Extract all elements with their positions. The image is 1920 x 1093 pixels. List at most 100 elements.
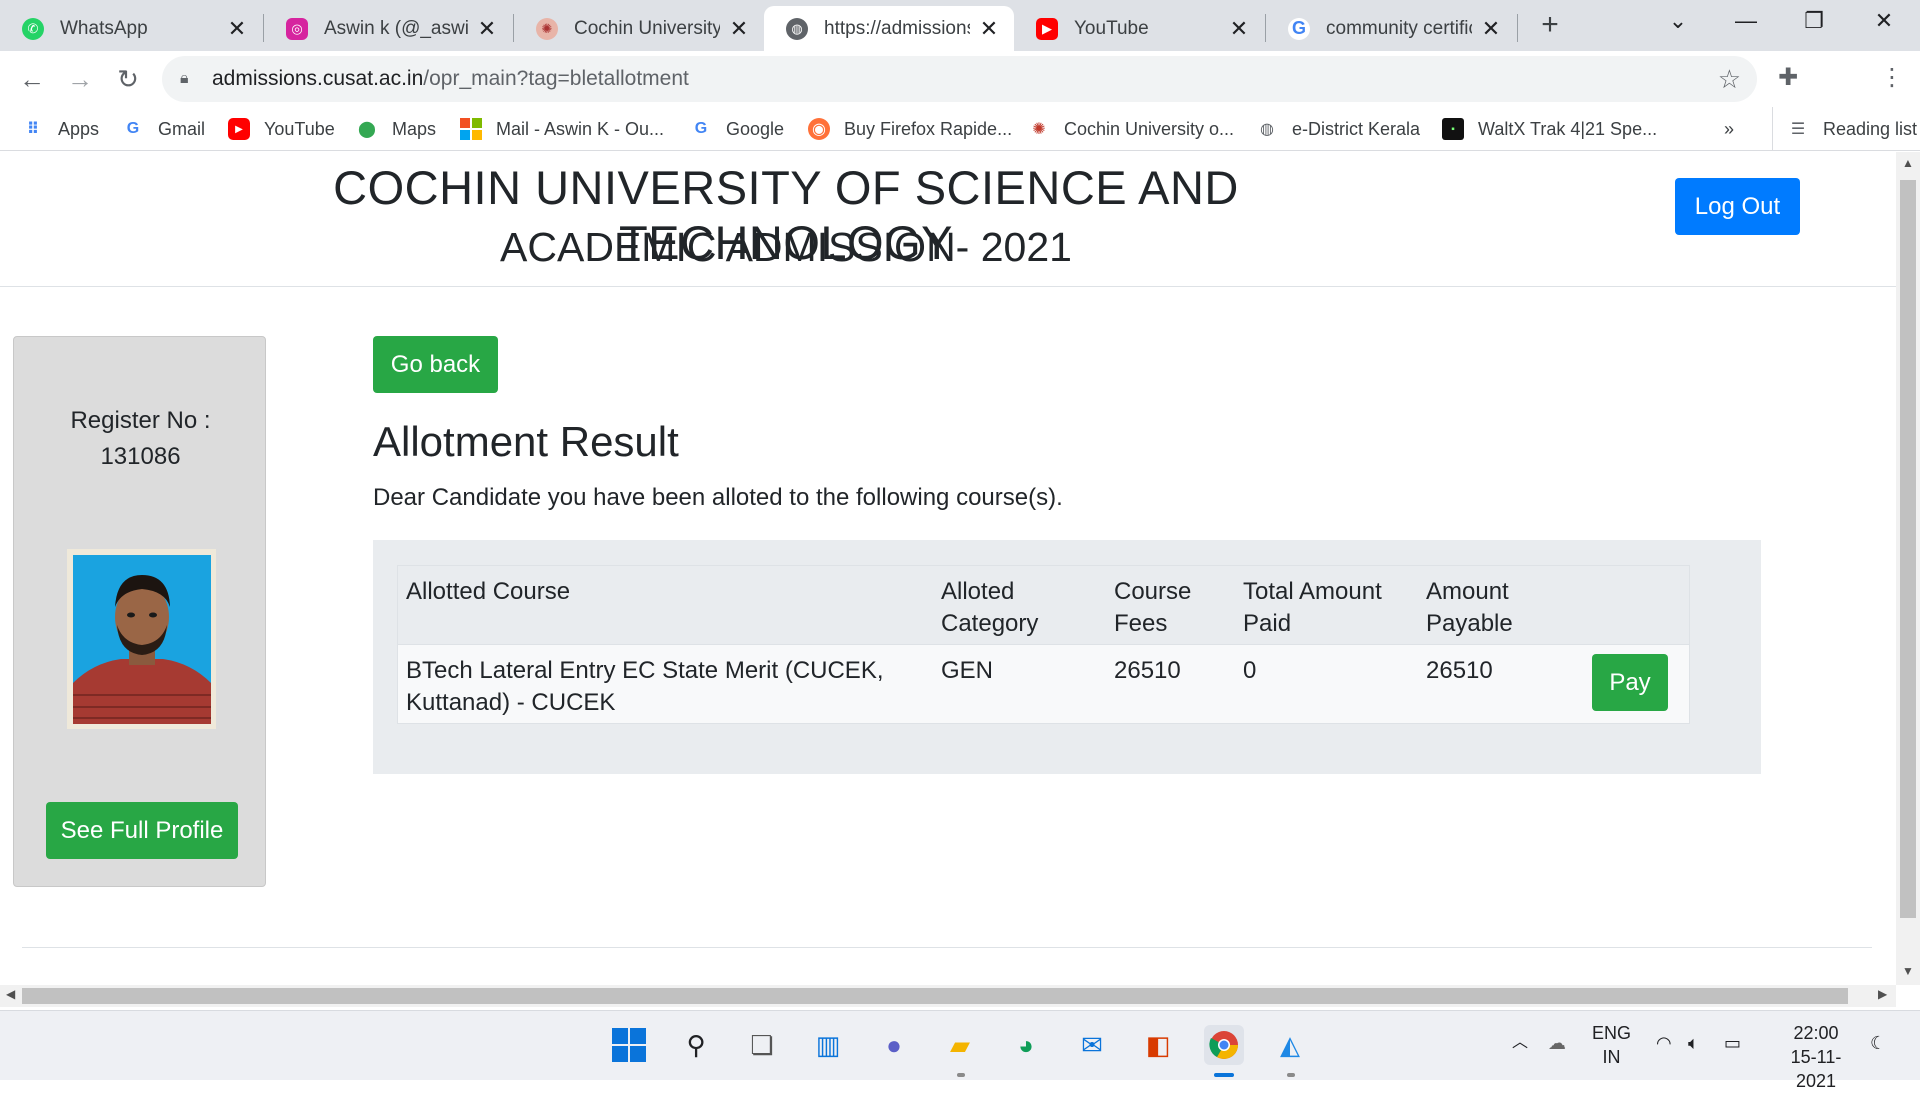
- tab-title: Aswin k (@_aswin_k: [324, 17, 468, 39]
- search-icon[interactable]: ⚲: [676, 1025, 716, 1065]
- browser-tabstrip: ✆ WhatsApp ✕ ◎ Aswin k (@_aswin_k ✕ ✺ Co…: [0, 0, 1920, 51]
- register-no-label: Register No :: [70, 407, 211, 434]
- file-explorer-icon[interactable]: ▰: [940, 1025, 980, 1065]
- chrome-menu-icon[interactable]: ⋮: [1880, 63, 1904, 92]
- horizontal-scroll-thumb[interactable]: [22, 988, 1848, 1004]
- tab-youtube[interactable]: ▶ YouTube ✕: [1014, 6, 1264, 51]
- clock-time: 22:00: [1793, 1023, 1839, 1043]
- chrome-icon[interactable]: [1204, 1025, 1244, 1065]
- bookmark-label: e-District Kerala: [1292, 118, 1421, 139]
- see-full-profile-button[interactable]: See Full Profile: [46, 802, 238, 859]
- bookmark-mail[interactable]: Mail - Aswin K - Ou...: [460, 107, 664, 151]
- restore-button[interactable]: ❐: [1780, 0, 1848, 42]
- bookmark-google[interactable]: G Google: [690, 107, 784, 151]
- youtube-icon: ▶: [1036, 17, 1058, 40]
- globe-icon: ◍: [786, 17, 808, 40]
- photos-icon[interactable]: ◭: [1270, 1025, 1310, 1065]
- tab-close-icon[interactable]: ✕: [1480, 16, 1502, 42]
- forward-arrow-icon[interactable]: →: [62, 61, 98, 97]
- tab-title: WhatsApp: [60, 17, 148, 39]
- cell-allotted-course: BTech Lateral Entry EC State Merit (CUCE…: [406, 657, 884, 716]
- mail-icon[interactable]: ✉: [1072, 1025, 1112, 1065]
- globe-icon: ◍: [1260, 121, 1274, 138]
- widgets-icon[interactable]: ▥: [808, 1025, 848, 1065]
- minimize-button[interactable]: —: [1712, 0, 1780, 42]
- maps-pin-icon: ⬤: [358, 121, 376, 138]
- bookmark-youtube[interactable]: ▶ YouTube: [228, 107, 335, 151]
- header-alloted-category: Alloted Category: [941, 578, 1039, 637]
- bookmark-edistrict[interactable]: ◍ e-District Kerala: [1256, 107, 1420, 151]
- whatsapp-icon: ✆: [22, 17, 44, 40]
- footer-divider: [22, 947, 1872, 948]
- vertical-scrollbar[interactable]: ▲ ▼: [1896, 152, 1920, 985]
- page-content: COCHIN UNIVERSITY OF SCIENCE AND TECHNOL…: [0, 152, 1896, 985]
- tab-title: community certifica: [1326, 17, 1472, 39]
- tab-close-icon[interactable]: ✕: [978, 16, 1000, 42]
- url-host: admissions.cusat.ac.in: [212, 67, 424, 90]
- battery-icon[interactable]: ▭: [1724, 1031, 1741, 1055]
- wifi-icon[interactable]: ◠: [1656, 1031, 1672, 1055]
- show-hidden-icons-chevron-icon[interactable]: ︿: [1512, 1031, 1528, 1055]
- page-title: Allotment Result: [373, 418, 679, 465]
- bookmark-label: WaltX Trak 4|21 Spe...: [1478, 118, 1658, 139]
- teams-chat-icon[interactable]: ●: [874, 1025, 914, 1065]
- reading-list-button[interactable]: ☰ Reading list: [1772, 107, 1917, 151]
- result-description: Dear Candidate you have been alloted to …: [373, 484, 1063, 511]
- horizontal-scrollbar[interactable]: ◀ ▶: [0, 985, 1896, 1007]
- office-icon[interactable]: ◧: [1138, 1025, 1178, 1065]
- reading-list-icon: ☰: [1790, 121, 1806, 138]
- clock[interactable]: 22:00 15-11-2021: [1772, 1021, 1860, 1093]
- table-header-row: Allotted Course Alloted Category Course …: [398, 566, 1689, 645]
- tab-search-chevron-icon[interactable]: ⌄: [1644, 0, 1712, 42]
- scroll-down-arrow-icon[interactable]: ▼: [1896, 964, 1920, 978]
- onedrive-error-icon[interactable]: ☁: [1548, 1031, 1566, 1055]
- vertical-scroll-thumb[interactable]: [1900, 180, 1916, 918]
- register-no-value: 131086: [100, 443, 181, 470]
- logout-button[interactable]: Log Out: [1675, 178, 1800, 235]
- microsoft-icon: [460, 118, 482, 140]
- scroll-up-arrow-icon[interactable]: ▲: [1896, 156, 1920, 170]
- bookmark-apps[interactable]: ⠿ Apps: [22, 107, 99, 151]
- tab-admissions[interactable]: ◍ https://admissions.c ✕: [764, 6, 1014, 51]
- tab-close-icon[interactable]: ✕: [226, 16, 248, 42]
- cusat-logo-icon: ✺: [1032, 121, 1046, 138]
- bookmark-label: Google: [726, 118, 785, 139]
- candidate-photo: [67, 549, 216, 729]
- tab-separator: [1517, 14, 1518, 42]
- task-view-icon[interactable]: ❏: [742, 1025, 782, 1065]
- volume-icon[interactable]: 🔈︎: [1688, 1031, 1699, 1055]
- bookmark-cusat[interactable]: ✺ Cochin University o...: [1028, 107, 1234, 151]
- close-window-button[interactable]: ✕: [1850, 0, 1918, 42]
- extensions-puzzle-icon[interactable]: ✚: [1778, 63, 1798, 92]
- bookmark-maps[interactable]: ⬤ Maps: [356, 107, 436, 151]
- windows-start-icon[interactable]: [609, 1025, 649, 1065]
- reload-icon[interactable]: ↻: [110, 61, 146, 97]
- bookmark-waltx[interactable]: ▪ WaltX Trak 4|21 Spe...: [1442, 107, 1657, 151]
- notifications-moon-icon[interactable]: ☾: [1870, 1031, 1886, 1055]
- back-arrow-icon[interactable]: ←: [14, 61, 50, 97]
- tab-instagram[interactable]: ◎ Aswin k (@_aswin_k ✕: [264, 6, 512, 51]
- lock-icon[interactable]: 🔒︎: [180, 70, 198, 88]
- address-bar[interactable]: 🔒︎ admissions.cusat.ac.in/opr_main?tag=b…: [162, 56, 1757, 102]
- tab-close-icon[interactable]: ✕: [476, 16, 498, 42]
- browser-toolbar: ← → ↻ 🔒︎ admissions.cusat.ac.in/opr_main…: [0, 51, 1920, 107]
- header-divider: [0, 286, 1896, 287]
- scroll-left-arrow-icon[interactable]: ◀: [6, 987, 15, 1001]
- bookmark-gmail[interactable]: G Gmail: [122, 107, 205, 151]
- tab-google-search[interactable]: G community certifica ✕: [1266, 6, 1516, 51]
- bookmarks-overflow-button[interactable]: »: [1724, 107, 1734, 151]
- go-back-button[interactable]: Go back: [373, 336, 498, 393]
- language-indicator[interactable]: ENG IN: [1592, 1021, 1631, 1069]
- allotment-table: Allotted Course Alloted Category Course …: [397, 565, 1690, 724]
- youtube-icon: ▶: [228, 118, 250, 140]
- tab-close-icon[interactable]: ✕: [728, 16, 750, 42]
- scroll-right-arrow-icon[interactable]: ▶: [1878, 987, 1887, 1001]
- tab-cusat[interactable]: ✺ Cochin University o ✕: [514, 6, 764, 51]
- new-tab-button[interactable]: +: [1536, 10, 1564, 42]
- bookmark-firefox[interactable]: ◉ Buy Firefox Rapide...: [808, 107, 1012, 151]
- bookmark-star-icon[interactable]: ☆: [1718, 64, 1741, 95]
- edge-browser-icon[interactable]: ◕: [1006, 1025, 1046, 1065]
- pay-button[interactable]: Pay: [1592, 654, 1668, 711]
- tab-close-icon[interactable]: ✕: [1228, 16, 1250, 42]
- tab-whatsapp[interactable]: ✆ WhatsApp ✕: [0, 6, 262, 51]
